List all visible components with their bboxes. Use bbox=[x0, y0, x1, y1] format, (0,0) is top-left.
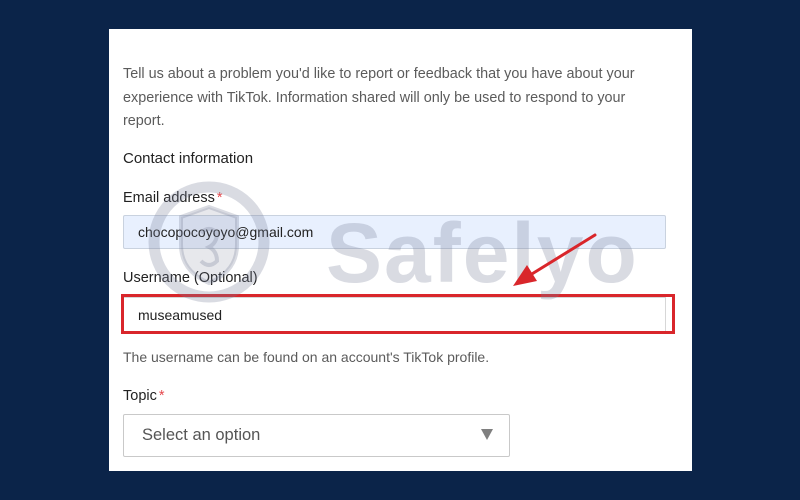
section-heading-contact: Contact information bbox=[123, 150, 254, 167]
topic-placeholder: Select an option bbox=[142, 426, 261, 444]
username-value: museamused bbox=[138, 307, 223, 323]
topic-label-text: Topic bbox=[123, 388, 157, 404]
username-hint: The username can be found on an account'… bbox=[123, 349, 490, 365]
topic-select[interactable]: Select an option bbox=[123, 414, 510, 457]
email-field[interactable]: chocopocoyoyo@gmail.com bbox=[123, 215, 666, 249]
required-mark: * bbox=[158, 388, 165, 404]
email-label-text: Email address bbox=[123, 190, 215, 206]
email-label: Email address * bbox=[123, 190, 223, 206]
email-value: chocopocoyoyo@gmail.com bbox=[138, 224, 314, 240]
report-form-panel: Tell us about a problem you'd like to re… bbox=[109, 29, 692, 471]
intro-text: Tell us about a problem you'd like to re… bbox=[123, 66, 635, 129]
triangle-down-icon bbox=[481, 429, 493, 440]
username-label: Username (Optional) bbox=[123, 270, 258, 286]
required-mark: * bbox=[216, 190, 223, 206]
username-field[interactable]: museamused bbox=[123, 297, 666, 333]
topic-label: Topic * bbox=[123, 388, 165, 404]
